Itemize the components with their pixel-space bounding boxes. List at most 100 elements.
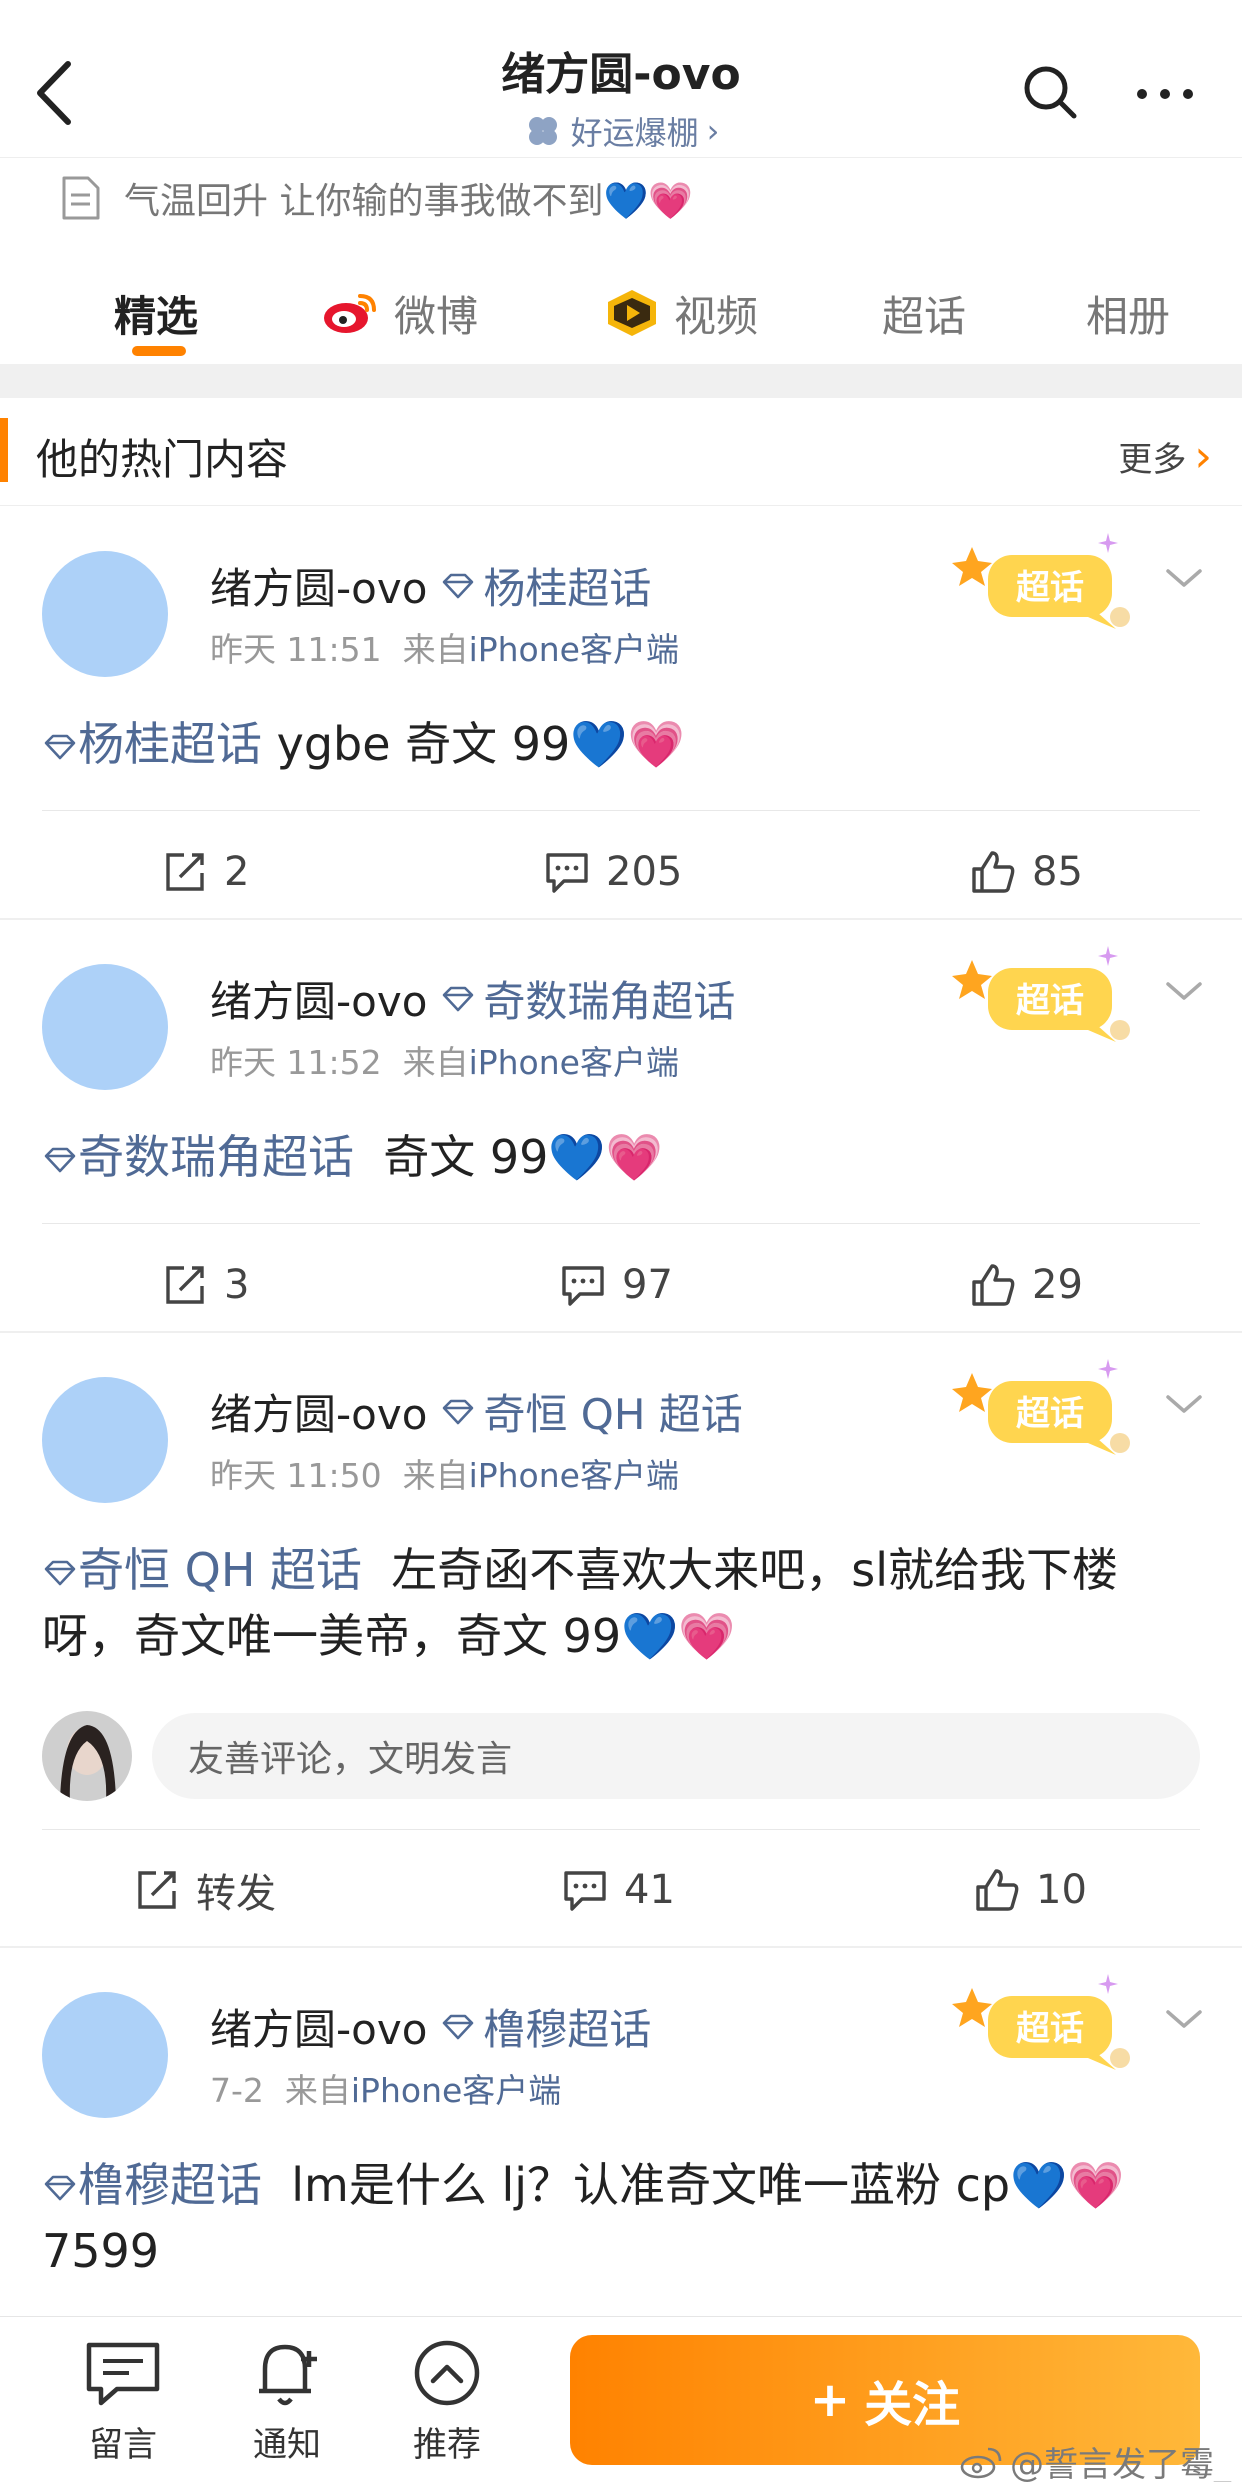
repost-count: 3 [224, 1262, 250, 1308]
svg-text:超话: 超话 [1016, 2009, 1084, 2049]
chevron-right-icon: › [1194, 430, 1212, 482]
search-button[interactable] [1020, 62, 1080, 122]
my-avatar[interactable] [42, 1711, 132, 1801]
supertopic-sticker: 超话 [948, 1970, 1138, 2090]
post-source[interactable]: iPhone客户端 [469, 1043, 679, 1082]
svg-text:超话: 超话 [1016, 568, 1084, 608]
repost-button[interactable]: 转发 [134, 1845, 276, 1935]
topic-link[interactable]: 奇恒 QH 超话 [441, 1381, 743, 1442]
tab-featured[interactable]: 精选 [114, 268, 198, 358]
topic-inline-link[interactable]: 橹穆超话 [42, 2158, 262, 2212]
post-actions: 转发 41 10 [0, 1845, 1242, 1935]
post-card[interactable]: 绪方圆-ovo 奇数瑞角超话 昨天 11:52 来自iPhone客户端 超话 奇… [0, 920, 1242, 1332]
recommend-label: 推荐 [413, 2425, 481, 2465]
svg-text:超话: 超话 [1016, 1394, 1084, 1434]
more-link[interactable]: 更多 › [1118, 432, 1212, 481]
comment-button[interactable]: 97 [560, 1240, 673, 1330]
chevron-down-icon[interactable] [1162, 2004, 1206, 2034]
supertopic-sticker: 超话 [948, 529, 1138, 649]
post-card[interactable]: 绪方圆-ovo 奇恒 QH 超话 昨天 11:50 来自iPhone客户端 超话… [0, 1333, 1242, 1947]
weibo-icon [324, 294, 376, 333]
post-source[interactable]: iPhone客户端 [351, 2071, 561, 2110]
topic-link[interactable]: 橹穆超话 [441, 1996, 651, 2057]
bell-plus-icon [259, 2344, 317, 2406]
chevron-down-icon[interactable] [1162, 563, 1206, 593]
author-name[interactable]: 绪方圆-ovo [210, 1381, 427, 1442]
diamond-icon [443, 573, 474, 598]
chevron-down-icon[interactable] [1162, 1389, 1206, 1419]
notify-button[interactable]: 通知 [232, 2337, 342, 2466]
author-name[interactable]: 绪方圆-ovo [210, 555, 427, 616]
like-button[interactable]: 85 [970, 827, 1083, 917]
tab-album[interactable]: 相册 [1086, 268, 1170, 358]
more-button[interactable] [1130, 62, 1200, 122]
post-time: 7-2 [210, 2071, 264, 2110]
chevron-down-icon[interactable] [1162, 976, 1206, 1006]
post-source[interactable]: iPhone客户端 [469, 630, 679, 669]
thumbs-up-icon [972, 1264, 1015, 1306]
post-source[interactable]: iPhone客户端 [469, 1456, 679, 1495]
post-card[interactable]: 绪方圆-ovo 橹穆超话 7-2 来自iPhone客户端 超话 橹穆超话 lm是… [0, 1948, 1242, 2316]
comment-count: 205 [606, 849, 683, 895]
author-name[interactable]: 绪方圆-ovo [210, 1996, 427, 2057]
topic-link[interactable]: 奇数瑞角超话 [441, 968, 735, 1029]
avatar[interactable] [42, 1377, 168, 1503]
topic-link[interactable]: 杨桂超话 [441, 555, 651, 616]
topic-inline-link[interactable]: 杨桂超话 [42, 717, 262, 771]
like-count: 85 [1032, 849, 1083, 895]
repost-icon [166, 1266, 204, 1304]
post-time: 昨天 11:52 [210, 1043, 382, 1082]
message-button[interactable]: 留言 [68, 2337, 178, 2466]
topic-inline-link[interactable]: 奇恒 QH 超话 [42, 1543, 362, 1597]
tab-weibo[interactable]: 微博 [322, 268, 478, 358]
comment-button[interactable]: 41 [562, 1845, 675, 1935]
like-button[interactable]: 10 [974, 1845, 1087, 1935]
post-text: ygbe 奇文 99💙💗 [276, 717, 685, 771]
tab-supertopic[interactable]: 超话 [882, 268, 966, 358]
like-button[interactable]: 29 [970, 1240, 1083, 1330]
diamond-icon [44, 1147, 76, 1173]
comment-input[interactable]: 友善评论，文明发言 [152, 1713, 1200, 1799]
diamond-icon [44, 2175, 76, 2201]
avatar[interactable] [42, 964, 168, 1090]
tab-label: 超话 [882, 291, 967, 341]
repost-icon [138, 1871, 176, 1909]
topic-name: 杨桂超话 [78, 717, 262, 771]
diamond-icon [443, 986, 474, 1011]
comment-icon [546, 853, 588, 893]
video-icon [608, 290, 656, 336]
comment-button[interactable]: 205 [544, 827, 682, 917]
recommend-button[interactable]: 推荐 [392, 2337, 502, 2466]
tab-label: 精选 [114, 291, 199, 341]
document-icon [62, 176, 100, 220]
tab-label: 微博 [394, 291, 479, 341]
tab-video[interactable]: 视频 [604, 268, 758, 358]
post-card[interactable]: 绪方圆-ovo 杨桂超话 昨天 11:51 来自iPhone客户端 超话 杨桂超… [0, 507, 1242, 919]
topic-name: 杨桂超话 [483, 564, 652, 613]
bottom-action-bar: 留言 通知 推荐 + 关注 @誓言发了霉_ [0, 2316, 1242, 2482]
post-header: 绪方圆-ovo 奇恒 QH 超话 [210, 1381, 743, 1442]
avatar[interactable] [42, 1992, 168, 2118]
repost-label: 转发 [196, 1871, 276, 1917]
from-label: 来自 [402, 630, 469, 669]
repost-button[interactable]: 2 [162, 827, 249, 917]
follow-label: 关注 [864, 2377, 961, 2433]
bio-text: 气温回升 让你输的事我做不到💙💗 [124, 181, 694, 222]
post-body: 橹穆超话 lm是什么 lj？认准奇文唯一蓝粉 cp💙💗 7599 [42, 2152, 1206, 2284]
diamond-icon [443, 2014, 474, 2039]
comment-count: 41 [624, 1867, 675, 1913]
topic-inline-link[interactable]: 奇数瑞角超话 [42, 1130, 354, 1184]
quick-comment: 友善评论，文明发言 [42, 1711, 1200, 1801]
repost-button[interactable]: 3 [162, 1240, 249, 1330]
profile-tabs: 精选 微博 视频 超话 相册 [0, 258, 1242, 364]
divider [42, 1223, 1200, 1224]
post-time: 昨天 11:50 [210, 1456, 382, 1495]
from-label: 来自 [284, 2071, 351, 2110]
post-actions: 3 97 29 [0, 1240, 1242, 1330]
post-header: 绪方圆-ovo 杨桂超话 [210, 555, 651, 616]
author-name[interactable]: 绪方圆-ovo [210, 968, 427, 1029]
like-count: 29 [1032, 1262, 1083, 1308]
avatar[interactable] [42, 551, 168, 677]
status-text: 好运爆棚 [570, 114, 699, 152]
divider [42, 810, 1200, 811]
